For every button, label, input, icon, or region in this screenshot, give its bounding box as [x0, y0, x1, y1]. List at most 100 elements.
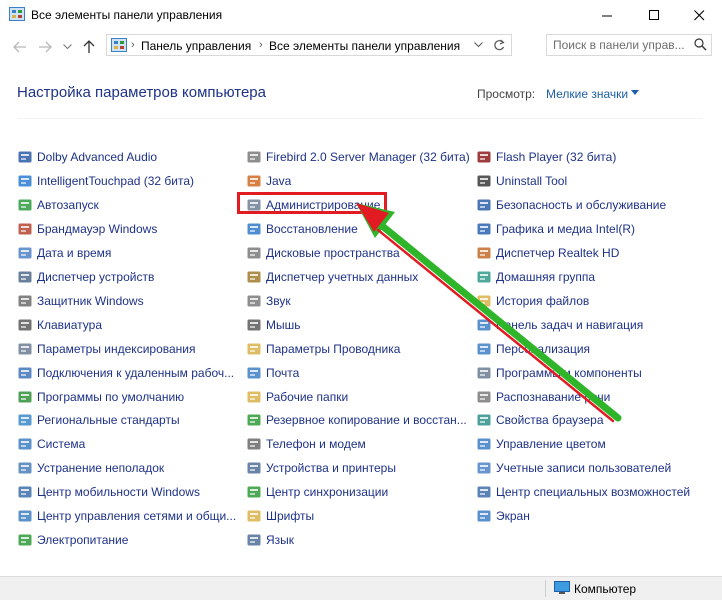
control-panel-item[interactable]: Экран: [476, 506, 530, 526]
forward-button[interactable]: [36, 38, 54, 56]
control-panel-item[interactable]: Восстановление: [246, 219, 358, 239]
control-panel-item[interactable]: Домашняя группа: [476, 267, 595, 287]
item-label[interactable]: Программы и компоненты: [496, 366, 642, 380]
item-label[interactable]: Защитник Windows: [37, 294, 144, 308]
item-label[interactable]: Автозапуск: [37, 198, 99, 212]
control-panel-item[interactable]: Диспетчер Realtek HD: [476, 243, 619, 263]
control-panel-item[interactable]: История файлов: [476, 291, 589, 311]
item-label[interactable]: Dolby Advanced Audio: [37, 150, 157, 164]
item-label[interactable]: Центр мобильности Windows: [37, 485, 200, 499]
item-label[interactable]: Экран: [496, 509, 530, 523]
item-label[interactable]: Диспетчер Realtek HD: [496, 246, 619, 260]
control-panel-item[interactable]: Почта: [246, 363, 299, 383]
control-panel-item[interactable]: Центр синхронизации: [246, 482, 388, 502]
control-panel-item[interactable]: Uninstall Tool: [476, 171, 567, 191]
item-label[interactable]: Устранение неполадок: [37, 461, 164, 475]
control-panel-item[interactable]: Дата и время: [17, 243, 111, 263]
item-label[interactable]: Программы по умолчанию: [37, 390, 184, 404]
back-button[interactable]: [11, 38, 29, 56]
control-panel-item[interactable]: Автозапуск: [17, 195, 99, 215]
item-label[interactable]: Шрифты: [266, 509, 314, 523]
control-panel-item[interactable]: Управление цветом: [476, 434, 606, 454]
control-panel-item[interactable]: Dolby Advanced Audio: [17, 147, 157, 167]
control-panel-item[interactable]: Резервное копирование и восстан...: [246, 410, 467, 430]
control-panel-item[interactable]: Распознавание речи: [476, 387, 610, 407]
up-button[interactable]: [80, 38, 98, 56]
control-panel-item[interactable]: IntelligentTouchpad (32 бита): [17, 171, 194, 191]
control-panel-item[interactable]: Защитник Windows: [17, 291, 144, 311]
search-icon[interactable]: [694, 38, 707, 51]
search-input[interactable]: [553, 36, 689, 54]
item-label[interactable]: Дисковые пространства: [266, 246, 400, 260]
item-label[interactable]: Графика и медиа Intel(R): [496, 222, 635, 236]
control-panel-item[interactable]: Брандмауэр Windows: [17, 219, 157, 239]
item-label[interactable]: Uninstall Tool: [496, 174, 567, 188]
item-label[interactable]: Панель задач и навигация: [496, 318, 643, 332]
breadcrumb-separator-icon[interactable]: ›: [259, 39, 263, 51]
recent-locations-button[interactable]: [58, 38, 76, 56]
control-panel-item[interactable]: Центр управления сетями и общи...: [17, 506, 236, 526]
control-panel-item[interactable]: Язык: [246, 530, 294, 550]
item-label[interactable]: Диспетчер учетных данных: [266, 270, 418, 284]
control-panel-item[interactable]: Программы по умолчанию: [17, 387, 184, 407]
item-label[interactable]: Домашняя группа: [496, 270, 595, 284]
control-panel-item[interactable]: Графика и медиа Intel(R): [476, 219, 635, 239]
control-panel-item[interactable]: Мышь: [246, 315, 301, 335]
breadcrumb-control-panel[interactable]: Панель управления: [141, 39, 251, 53]
maximize-button[interactable]: [631, 0, 677, 30]
item-label[interactable]: Восстановление: [266, 222, 358, 236]
item-label[interactable]: Распознавание речи: [496, 390, 610, 404]
control-panel-item[interactable]: Параметры Проводника: [246, 339, 400, 359]
item-label[interactable]: Firebird 2.0 Server Manager (32 бита): [266, 150, 470, 164]
item-label[interactable]: Безопасность и обслуживание: [496, 198, 666, 212]
item-label[interactable]: Телефон и модем: [266, 437, 366, 451]
control-panel-item[interactable]: Подключения к удаленным рабоч...: [17, 363, 234, 383]
item-label[interactable]: Язык: [266, 533, 294, 547]
control-panel-item[interactable]: Персонализация: [476, 339, 590, 359]
search-box[interactable]: [546, 34, 712, 56]
refresh-button[interactable]: [491, 38, 507, 52]
item-label[interactable]: Центр управления сетями и общи...: [37, 509, 236, 523]
item-label[interactable]: Рабочие папки: [266, 390, 348, 404]
control-panel-item[interactable]: Учетные записи пользователей: [476, 458, 671, 478]
item-label[interactable]: Система: [37, 437, 85, 451]
item-label[interactable]: Персонализация: [496, 342, 590, 356]
item-label[interactable]: Свойства браузера: [496, 413, 604, 427]
control-panel-item[interactable]: Безопасность и обслуживание: [476, 195, 666, 215]
item-label[interactable]: Подключения к удаленным рабоч...: [37, 366, 234, 380]
item-label[interactable]: Дата и время: [37, 246, 111, 260]
control-panel-item[interactable]: Электропитание: [17, 530, 128, 550]
item-label[interactable]: Почта: [266, 366, 299, 380]
item-label[interactable]: История файлов: [496, 294, 589, 308]
breadcrumb-separator-icon[interactable]: ›: [131, 39, 135, 51]
item-label[interactable]: IntelligentTouchpad (32 бита): [37, 174, 194, 188]
control-panel-item[interactable]: Телефон и модем: [246, 434, 366, 454]
item-label[interactable]: Центр специальных возможностей: [496, 485, 690, 499]
control-panel-item[interactable]: Звук: [246, 291, 291, 311]
item-label[interactable]: Управление цветом: [496, 437, 606, 451]
close-button[interactable]: [676, 0, 722, 30]
item-label[interactable]: Параметры индексирования: [37, 342, 195, 356]
item-label[interactable]: Параметры Проводника: [266, 342, 400, 356]
item-label[interactable]: Электропитание: [37, 533, 128, 547]
control-panel-item[interactable]: Панель задач и навигация: [476, 315, 643, 335]
item-label[interactable]: Резервное копирование и восстан...: [266, 413, 467, 427]
item-label[interactable]: Учетные записи пользователей: [496, 461, 671, 475]
item-label[interactable]: Брандмауэр Windows: [37, 222, 157, 236]
control-panel-item[interactable]: Устранение неполадок: [17, 458, 164, 478]
control-panel-item[interactable]: Диспетчер учетных данных: [246, 267, 418, 287]
control-panel-item[interactable]: Firebird 2.0 Server Manager (32 бита): [246, 147, 470, 167]
control-panel-item[interactable]: Устройства и принтеры: [246, 458, 396, 478]
view-by-dropdown[interactable]: Мелкие значки: [546, 87, 628, 101]
control-panel-item[interactable]: Java: [246, 171, 291, 191]
address-dropdown-button[interactable]: [471, 38, 485, 52]
item-label[interactable]: Центр синхронизации: [266, 485, 388, 499]
item-label[interactable]: Региональные стандарты: [37, 413, 180, 427]
control-panel-item[interactable]: Система: [17, 434, 85, 454]
item-label[interactable]: Java: [266, 174, 291, 188]
item-label[interactable]: Клавиатура: [37, 318, 102, 332]
control-panel-item[interactable]: Дисковые пространства: [246, 243, 400, 263]
item-label[interactable]: Звук: [266, 294, 291, 308]
control-panel-item[interactable]: Центр мобильности Windows: [17, 482, 200, 502]
control-panel-item[interactable]: Клавиатура: [17, 315, 102, 335]
